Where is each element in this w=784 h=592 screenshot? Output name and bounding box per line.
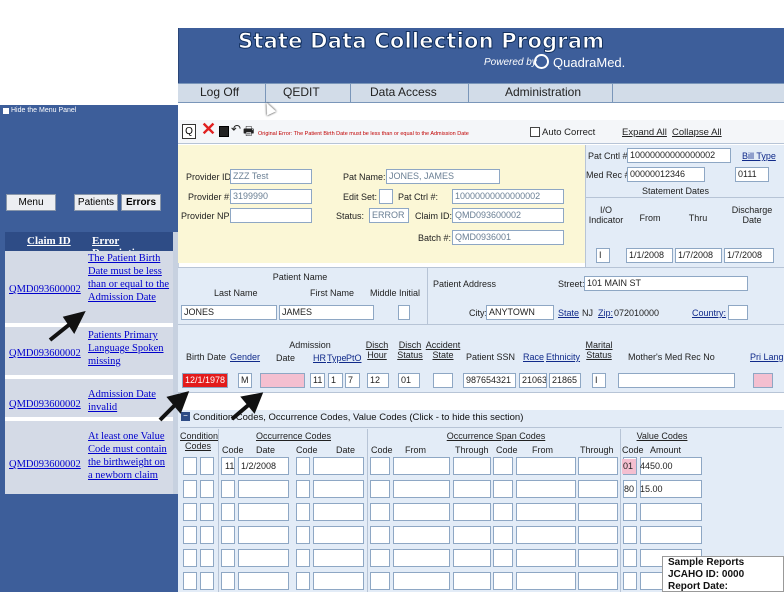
annotation-arrows bbox=[48, 311, 264, 422]
report-title: Sample Reports bbox=[668, 557, 745, 568]
report-jcaho: JCAHO ID: 0000 bbox=[668, 569, 745, 580]
report-date: Report Date: bbox=[668, 581, 729, 592]
arrow-icon bbox=[48, 311, 86, 342]
arrow-icon bbox=[158, 391, 190, 422]
app-window: State Data Collection Program Powered by… bbox=[0, 0, 784, 592]
arrow-icon bbox=[230, 392, 264, 421]
